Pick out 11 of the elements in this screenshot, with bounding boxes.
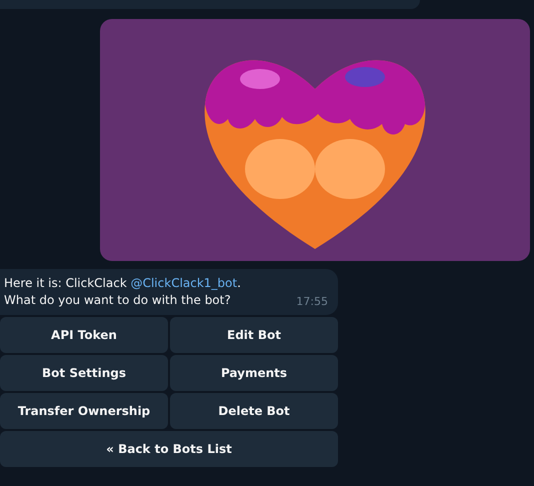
- mention-link[interactable]: @ClickClack1_bot: [130, 276, 238, 290]
- message-text: What do you want to do with the bot?: [4, 292, 231, 309]
- message-text: Here it is: ClickClack @ClickClack1_bot.: [4, 275, 241, 292]
- keyboard-button[interactable]: Payments: [170, 355, 338, 391]
- keyboard-button[interactable]: Edit Bot: [170, 317, 338, 353]
- keyboard-button[interactable]: « Back to Bots List: [0, 431, 338, 467]
- message-time: 17:55: [296, 294, 328, 310]
- keyboard-button[interactable]: API Token: [0, 317, 168, 353]
- keyboard-button[interactable]: Transfer Ownership: [0, 393, 168, 429]
- keyboard-button[interactable]: Delete Bot: [170, 393, 338, 429]
- keyboard-button[interactable]: Bot Settings: [0, 355, 168, 391]
